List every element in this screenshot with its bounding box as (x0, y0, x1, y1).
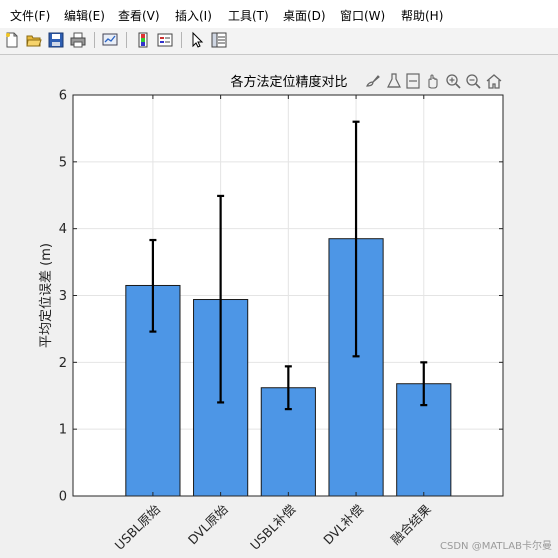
zoom-in-icon[interactable] (444, 72, 462, 90)
x-tick-label: 融合结果 (388, 501, 434, 547)
brush-icon[interactable] (364, 72, 382, 90)
y-tick-label: 1 (59, 423, 67, 438)
pan-icon[interactable] (424, 72, 442, 90)
y-tick-label: 5 (59, 155, 67, 170)
y-tick-label: 0 (59, 490, 67, 505)
watermark: CSDN @MATLAB卡尔曼 (440, 541, 552, 552)
home-icon[interactable] (485, 72, 503, 90)
data-tips-icon[interactable] (385, 72, 403, 90)
x-tick-label: USBL补偿 (247, 502, 298, 553)
chart-title: 各方法定位精度对比 (230, 74, 347, 90)
zoom-out-icon[interactable] (464, 72, 482, 90)
y-axis-label: 平均定位误差 (m) (39, 243, 54, 348)
x-tick-label: DVL补偿 (320, 502, 366, 548)
y-tick-label: 4 (59, 222, 67, 237)
x-tick-label: DVL原始 (185, 501, 231, 547)
y-tick-label: 2 (59, 356, 67, 371)
y-tick-label: 3 (59, 289, 67, 304)
x-tick-label: USBL原始 (112, 501, 164, 553)
restore-view-icon[interactable] (404, 72, 422, 90)
y-tick-label: 6 (59, 89, 67, 104)
